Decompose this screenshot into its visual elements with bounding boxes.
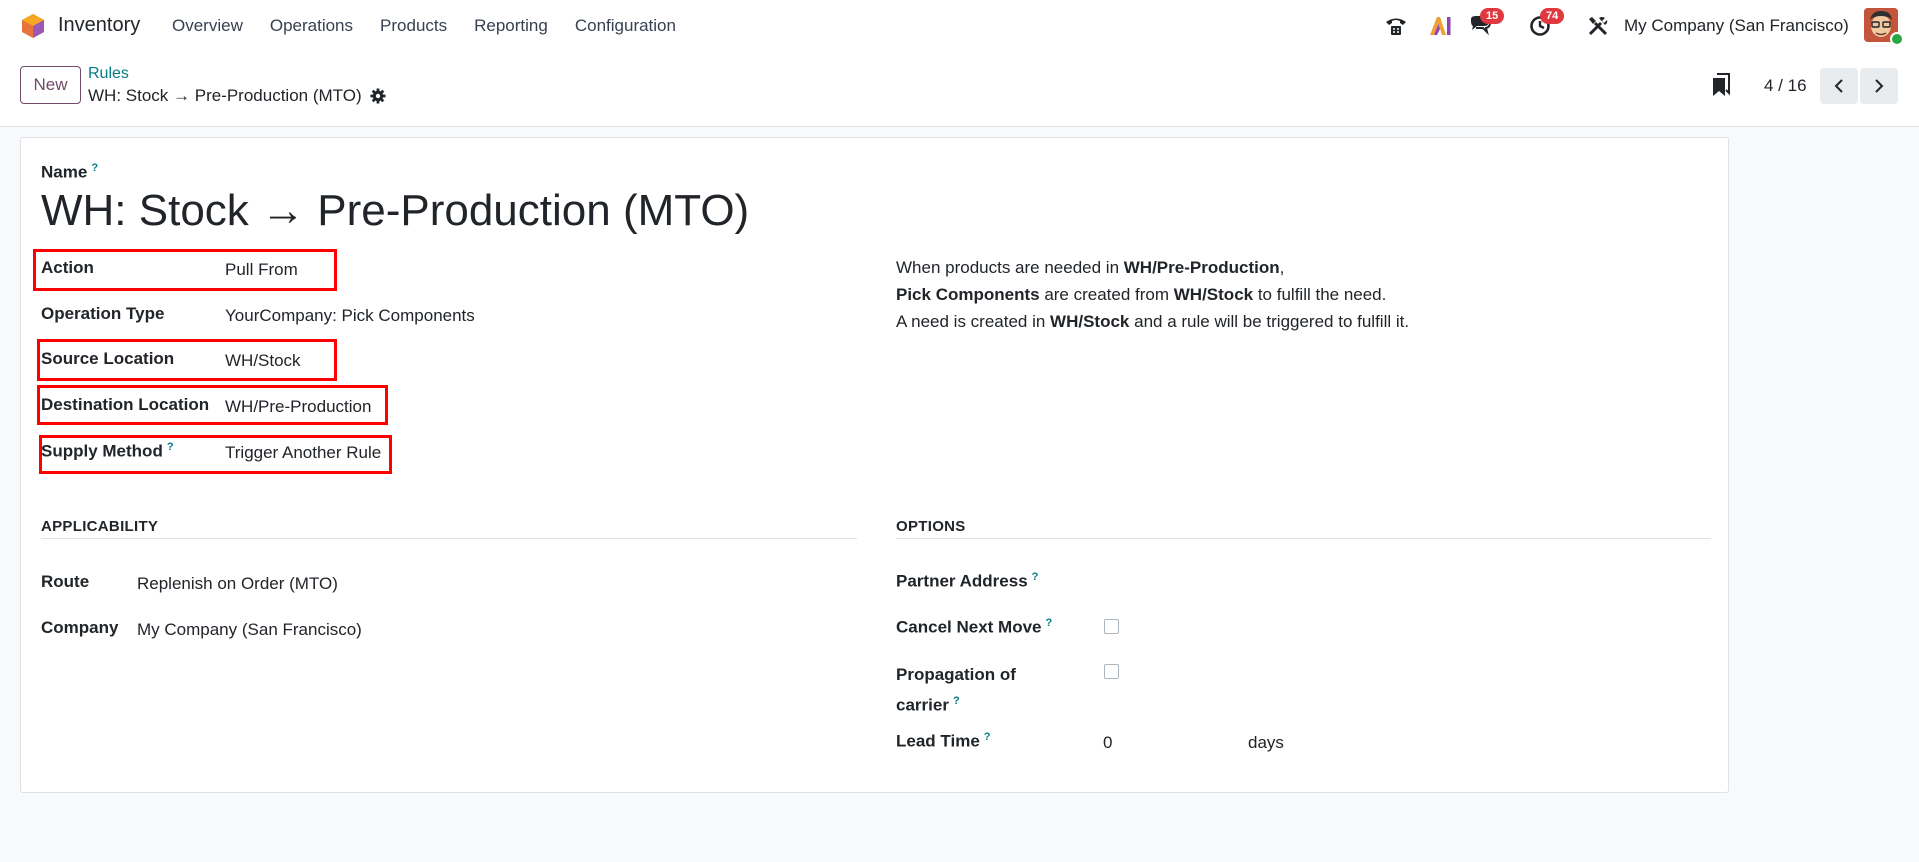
lead-time-field[interactable]: 0 — [1103, 733, 1112, 753]
pager-next-button[interactable] — [1860, 68, 1898, 104]
bookmark-icon[interactable] — [1712, 73, 1730, 97]
main-menu: Overview Operations Products Reporting C… — [172, 16, 703, 36]
supply-method-field[interactable]: Trigger Another Rule — [225, 443, 381, 463]
lead-time-help-icon[interactable]: ? — [984, 731, 991, 743]
activities-icon[interactable]: 74 — [1526, 8, 1565, 40]
source-location-field[interactable]: WH/Stock — [225, 351, 301, 371]
lead-time-unit: days — [1248, 733, 1284, 752]
name-label: Name? — [41, 162, 99, 182]
destination-location-label: Destination Location — [41, 395, 210, 414]
options-divider — [896, 538, 1711, 539]
menu-configuration[interactable]: Configuration — [575, 16, 676, 36]
menu-reporting[interactable]: Reporting — [474, 16, 548, 36]
supply-method-help-icon[interactable]: ? — [167, 441, 174, 453]
chevron-right-icon — [1875, 79, 1884, 93]
top-navbar: Inventory Overview Operations Products R… — [0, 0, 1919, 52]
gear-icon[interactable] — [370, 88, 386, 104]
breadcrumb-rules-link[interactable]: Rules — [88, 65, 129, 83]
description-line-3: A need is created in WH/Stock and a rule… — [896, 312, 1410, 331]
new-button[interactable]: New — [20, 66, 81, 104]
online-status-indicator — [1890, 32, 1904, 46]
description-line-2: Pick Components are created from WH/Stoc… — [896, 285, 1387, 304]
cancel-next-move-label: Cancel Next Move? — [896, 617, 1053, 637]
propagation-of-carrier-label: Propagation of carrier? — [896, 665, 1016, 715]
inventory-app-icon[interactable] — [20, 13, 46, 39]
breadcrumb-current-record: WH: Stock → Pre-Production (MTO) — [88, 86, 362, 105]
pager-previous-button[interactable] — [1820, 68, 1858, 104]
operation-type-label: Operation Type — [41, 304, 165, 323]
ai-icon[interactable] — [1426, 12, 1454, 40]
menu-operations[interactable]: Operations — [270, 16, 353, 36]
operation-type-field[interactable]: YourCompany: Pick Components — [225, 306, 475, 326]
options-section-title: OPTIONS — [896, 518, 966, 535]
messages-icon[interactable]: 15 — [1466, 8, 1505, 40]
messages-badge: 15 — [1480, 8, 1505, 24]
cancel-next-move-checkbox[interactable] — [1104, 619, 1119, 634]
control-panel: New Rules WH: Stock → Pre-Production (MT… — [0, 52, 1919, 127]
menu-products[interactable]: Products — [380, 16, 447, 36]
partner-address-label: Partner Address? — [896, 571, 1039, 591]
company-label: Company — [41, 618, 119, 637]
menu-overview[interactable]: Overview — [172, 16, 243, 36]
propagation-of-carrier-checkbox[interactable] — [1104, 664, 1119, 679]
applicability-divider — [41, 538, 857, 539]
phone-icon[interactable] — [1382, 12, 1410, 40]
propagation-help-icon[interactable]: ? — [953, 695, 960, 707]
name-help-icon[interactable]: ? — [91, 162, 98, 174]
supply-method-label: Supply Method? — [41, 441, 174, 461]
rule-name-field[interactable]: WH: Stock → Pre-Production (MTO) — [41, 186, 749, 236]
company-switcher[interactable]: My Company (San Francisco) — [1624, 16, 1849, 36]
action-label: Action — [41, 258, 94, 277]
company-field[interactable]: My Company (San Francisco) — [137, 620, 362, 640]
route-label: Route — [41, 572, 90, 591]
destination-location-field[interactable]: WH/Pre-Production — [225, 397, 371, 417]
cancel-next-move-help-icon[interactable]: ? — [1046, 617, 1053, 629]
pager-value[interactable]: 4 / 16 — [1764, 76, 1807, 96]
lead-time-label: Lead Time? — [896, 731, 991, 751]
description-line-1: When products are needed in WH/Pre-Produ… — [896, 258, 1285, 277]
activities-badge: 74 — [1540, 8, 1565, 24]
chevron-left-icon — [1834, 79, 1843, 93]
rule-description: When products are needed in WH/Pre-Produ… — [896, 254, 1409, 335]
app-name[interactable]: Inventory — [58, 14, 140, 37]
source-location-label: Source Location — [41, 349, 175, 368]
tools-icon[interactable] — [1584, 12, 1612, 40]
partner-address-help-icon[interactable]: ? — [1032, 571, 1039, 583]
action-field[interactable]: Pull From — [225, 260, 298, 280]
route-field[interactable]: Replenish on Order (MTO) — [137, 574, 338, 594]
applicability-section-title: APPLICABILITY — [41, 518, 159, 535]
form-sheet: Name? WH: Stock → Pre-Production (MTO) A… — [20, 137, 1729, 793]
